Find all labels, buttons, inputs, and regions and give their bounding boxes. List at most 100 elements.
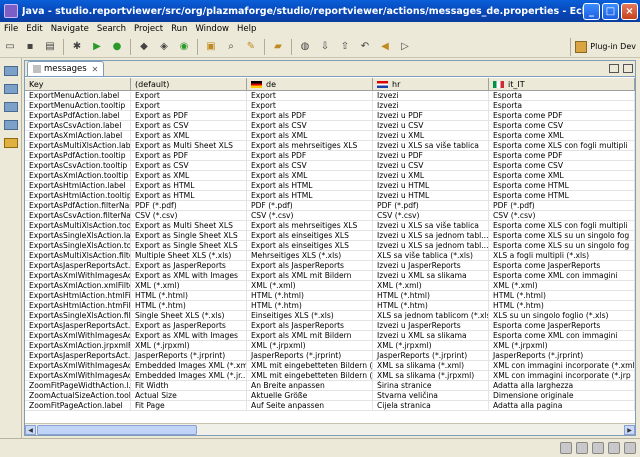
progress-icon[interactable]: [576, 442, 588, 454]
table-row[interactable]: ExportAsJasperReportsAct... JasperReports…: [25, 351, 635, 361]
scroll-left-icon[interactable]: ◀: [25, 425, 36, 435]
table-row[interactable]: ExportAsJasperReportsAct... Export as Jas…: [25, 261, 635, 271]
table-cell[interactable]: PDF (*.pdf): [247, 201, 373, 210]
menu-window[interactable]: Window: [191, 24, 233, 34]
table-cell[interactable]: Export als PDF: [247, 151, 373, 160]
table-row[interactable]: ExportMenuAction.tooltip Export Export Izve…: [25, 101, 635, 111]
table-cell[interactable]: Esporta come XLS su un singolo fog: [489, 231, 635, 240]
table-cell[interactable]: Esporta come XML con immagini: [489, 331, 635, 340]
table-cell[interactable]: Export as XML: [131, 171, 247, 180]
table-cell[interactable]: Esporta come JasperReports: [489, 321, 635, 330]
table-cell[interactable]: Fit Page: [131, 401, 247, 410]
table-row[interactable]: ZoomFitPageWidthAction.l... Fit Width An B…: [25, 381, 635, 391]
table-cell[interactable]: XML con immagini incorporate (*.xml): [489, 361, 635, 370]
table-row[interactable]: ZoomFitPageAction.label Fit Page Auf Seite…: [25, 401, 635, 411]
table-cell[interactable]: Izvezi u XML sa slikama: [373, 331, 489, 340]
table-cell[interactable]: Export als mehrseitiges XLS: [247, 221, 373, 230]
table-cell[interactable]: CSV (*.csv): [247, 211, 373, 220]
table-cell[interactable]: XML mit eingebetteten Bildern (...: [247, 371, 373, 380]
scrollbar-thumb[interactable]: [37, 425, 197, 435]
table-cell[interactable]: Einseitiges XLS (*.xls): [247, 311, 373, 320]
table-cell[interactable]: Export: [247, 101, 373, 110]
table-cell[interactable]: Auf Seite anpassen: [247, 401, 373, 410]
table-row[interactable]: ExportAsSingleXlsAction.label Export as S…: [25, 231, 635, 241]
table-cell[interactable]: Esporta come XML: [489, 131, 635, 140]
menu-search[interactable]: Search: [93, 24, 130, 34]
table-cell[interactable]: ExportAsXmlWithImagesAc...: [25, 371, 131, 380]
menu-navigate[interactable]: Navigate: [47, 24, 93, 34]
maximize-view-icon[interactable]: [623, 64, 633, 73]
table-cell[interactable]: Širina stranice: [373, 381, 489, 390]
table-cell[interactable]: Export as XML with Images: [131, 331, 247, 340]
save-icon[interactable]: ▪: [22, 39, 38, 55]
table-cell[interactable]: ExportAsHtmlAction.htmFilt...: [25, 301, 131, 310]
table-row[interactable]: ExportAsMultiXlsAction.filte... Multiple …: [25, 251, 635, 261]
table-cell[interactable]: Export as PDF: [131, 111, 247, 120]
search-view-icon[interactable]: [624, 442, 636, 454]
table-cell[interactable]: XML mit eingebetteten Bildern (...: [247, 361, 373, 370]
table-cell[interactable]: Esporta come XLS su un singolo fog: [489, 241, 635, 250]
table-cell[interactable]: Export as Multi Sheet XLS: [131, 141, 247, 150]
table-cell[interactable]: ExportAsSingleXlsAction.label: [25, 231, 131, 240]
table-cell[interactable]: Export as JasperReports: [131, 261, 247, 270]
navigator-icon[interactable]: [4, 120, 18, 130]
table-cell[interactable]: Export als mehrseitiges XLS: [247, 141, 373, 150]
table-cell[interactable]: Stvarna veličina: [373, 391, 489, 400]
table-row[interactable]: ExportAsMultiXlsAction.label Export as Mu…: [25, 141, 635, 151]
table-cell[interactable]: Export als JasperReports: [247, 321, 373, 330]
close-button[interactable]: ×: [621, 2, 638, 20]
table-row[interactable]: ExportAsPdfAction.label Export as PDF Expo…: [25, 111, 635, 121]
table-cell[interactable]: Izvezi u HTML: [373, 191, 489, 200]
table-cell[interactable]: ExportAsPdfAction.filterName: [25, 201, 131, 210]
column-header-default[interactable]: (default): [131, 78, 247, 90]
table-cell[interactable]: Export als XML: [247, 171, 373, 180]
table-row[interactable]: ZoomActualSizeAction.tooltip Actual Size A…: [25, 391, 635, 401]
table-cell[interactable]: ZoomFitPageWidthAction.l...: [25, 381, 131, 390]
table-cell[interactable]: Multiple Sheet XLS (*.xls): [131, 251, 247, 260]
table-cell[interactable]: Izvezi u CSV: [373, 161, 489, 170]
new-java-project-icon[interactable]: ◆: [136, 39, 152, 55]
table-cell[interactable]: HTML (*.htm): [489, 301, 635, 310]
table-cell[interactable]: Export as HTML: [131, 191, 247, 200]
table-cell[interactable]: Cijela stranica: [373, 401, 489, 410]
table-cell[interactable]: Actual Size: [131, 391, 247, 400]
table-cell[interactable]: Esporta come XML con immagini: [489, 271, 635, 280]
table-cell[interactable]: Export als HTML: [247, 181, 373, 190]
table-cell[interactable]: HTML (*.htm): [373, 301, 489, 310]
last-edit-icon[interactable]: ↶: [357, 39, 373, 55]
table-cell[interactable]: HTML (*.htm): [247, 301, 373, 310]
run-icon[interactable]: ▶: [89, 39, 105, 55]
table-cell[interactable]: ExportMenuAction.label: [25, 91, 131, 100]
problems-icon[interactable]: [608, 442, 620, 454]
table-cell[interactable]: Izvezi u JasperReports: [373, 261, 489, 270]
table-cell[interactable]: ExportAsXmlAction.label: [25, 131, 131, 140]
table-cell[interactable]: XML con immagini incorporate (*.jrp: [489, 371, 635, 380]
table-cell[interactable]: Export as HTML: [131, 181, 247, 190]
folder-icon[interactable]: ▰: [270, 39, 286, 55]
horizontal-scrollbar[interactable]: ◀ ▶: [25, 423, 635, 435]
table-cell[interactable]: Export als PDF: [247, 111, 373, 120]
table-cell[interactable]: Mehrseitiges XLS (*.xls): [247, 251, 373, 260]
menu-run[interactable]: Run: [167, 24, 191, 34]
table-cell[interactable]: Embedded Images XML (*.jr...: [131, 371, 247, 380]
table-cell[interactable]: Export: [247, 91, 373, 100]
perspective-switcher[interactable]: Plug-in Dev: [570, 37, 640, 56]
table-row[interactable]: ExportAsXmlWithImagesAc... Embedded Image…: [25, 361, 635, 371]
next-annotation-icon[interactable]: ⇩: [317, 39, 333, 55]
forward-icon[interactable]: ▷: [397, 39, 413, 55]
table-cell[interactable]: ExportAsXmlAction.xmlFilte...: [25, 281, 131, 290]
table-cell[interactable]: Export as CSV: [131, 121, 247, 130]
table-cell[interactable]: Izvezi u HTML: [373, 181, 489, 190]
table-cell[interactable]: ExportAsJasperReportsAct...: [25, 261, 131, 270]
table-row[interactable]: ExportAsXmlAction.jrpxmlFi... XML (*.jrpx…: [25, 341, 635, 351]
table-cell[interactable]: CSV (*.csv): [489, 211, 635, 220]
table-cell[interactable]: Export als HTML: [247, 191, 373, 200]
minimize-view-icon[interactable]: [609, 64, 619, 73]
new-package-icon[interactable]: ◈: [156, 39, 172, 55]
tab-close-icon[interactable]: ✕: [92, 65, 99, 74]
table-cell[interactable]: ExportAsJasperReportsAct...: [25, 321, 131, 330]
table-cell[interactable]: XML (*.jrpxml): [247, 341, 373, 350]
table-cell[interactable]: ExportAsPdfAction.label: [25, 111, 131, 120]
table-cell[interactable]: ZoomActualSizeAction.tooltip: [25, 391, 131, 400]
table-cell[interactable]: Export as JasperReports: [131, 321, 247, 330]
